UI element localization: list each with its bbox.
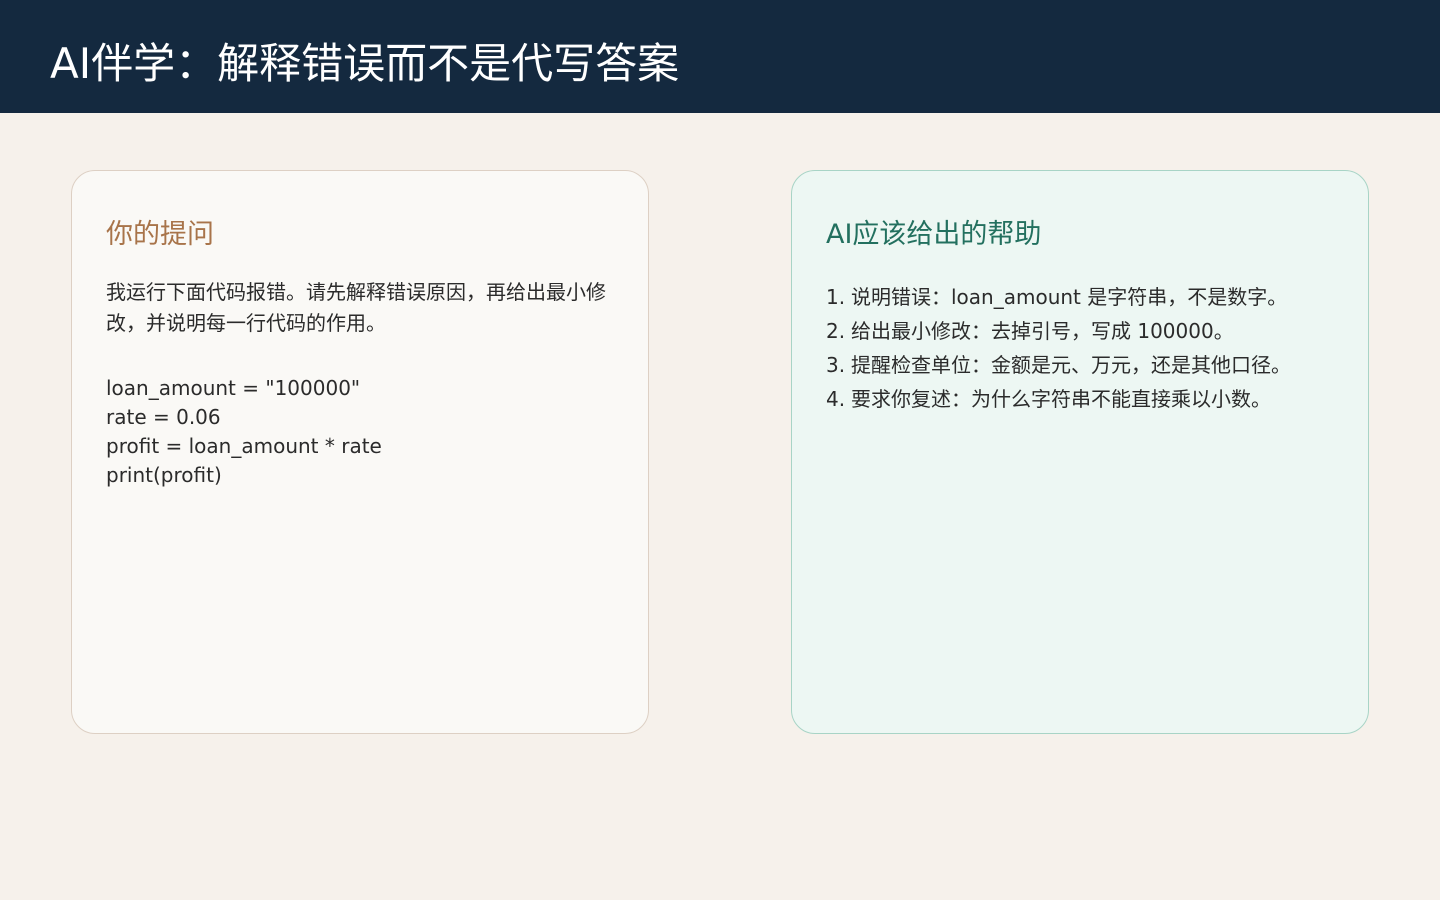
page-title: AI伴学：解释错误而不是代写答案 — [50, 39, 680, 88]
help-card-title: AI应该给出的帮助 — [826, 219, 1042, 250]
help-item-number: 4. — [826, 387, 846, 411]
code-line: profit = loan_amount * rate — [106, 434, 382, 458]
help-item-number: 1. — [826, 285, 846, 309]
code-line: print(profit) — [106, 463, 222, 487]
help-card: AI应该给出的帮助 1. 说明错误：loan_amount 是字符串，不是数字。 … — [791, 170, 1369, 734]
code-line: rate = 0.06 — [106, 405, 221, 429]
help-item-text: 给出最小修改：去掉引号，写成 100000。 — [851, 319, 1234, 343]
question-card: 你的提问 我运行下面代码报错。请先解释错误原因，再给出最小修改，并说明每一行代码… — [71, 170, 649, 734]
help-item-text: 说明错误：loan_amount 是字符串，不是数字。 — [851, 285, 1288, 309]
help-list: 1. 说明错误：loan_amount 是字符串，不是数字。 2. 给出最小修改：去… — [826, 280, 1321, 416]
help-item-text: 提醒检查单位：金额是元、万元，还是其他口径。 — [851, 353, 1291, 377]
help-item: 1. 说明错误：loan_amount 是字符串，不是数字。 — [826, 280, 1321, 314]
question-card-title: 你的提问 — [106, 219, 214, 250]
question-text: 我运行下面代码报错。请先解释错误原因，再给出最小修改，并说明每一行代码的作用。 — [106, 280, 606, 335]
help-item: 3. 提醒检查单位：金额是元、万元，还是其他口径。 — [826, 348, 1321, 382]
help-item-text: 要求你复述：为什么字符串不能直接乘以小数。 — [851, 387, 1271, 411]
header-bar: AI伴学：解释错误而不是代写答案 — [0, 0, 1440, 113]
help-item-number: 3. — [826, 353, 846, 377]
help-item-number: 2. — [826, 319, 846, 343]
help-item: 2. 给出最小修改：去掉引号，写成 100000。 — [826, 314, 1321, 348]
code-block: loan_amount = "100000" rate = 0.06 profi… — [106, 374, 382, 490]
help-item: 4. 要求你复述：为什么字符串不能直接乘以小数。 — [826, 382, 1321, 416]
code-line: loan_amount = "100000" — [106, 376, 361, 400]
